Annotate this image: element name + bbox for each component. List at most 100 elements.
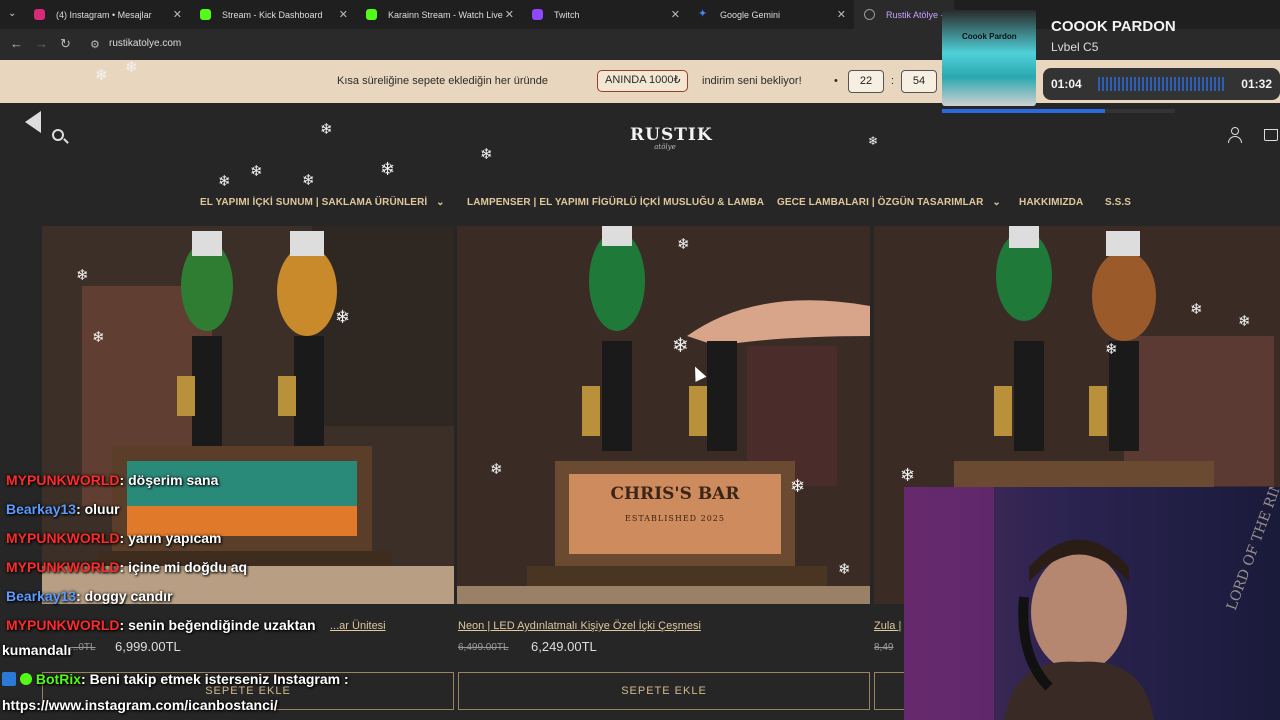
product-1-illustration	[42, 226, 454, 604]
song-progress-track	[942, 109, 1175, 113]
chat-username: MYPUNKWORLD	[6, 472, 120, 488]
site-logo[interactable]: RUSTIK atölye	[630, 125, 712, 151]
promo-discount-pill: ANINDA 1000₺	[597, 70, 689, 92]
chat-username: MYPUNKWORLD	[6, 559, 120, 575]
countdown-minutes: 54	[901, 70, 937, 93]
chat-message: MYPUNKWORLD: içine mi doğdu aq	[6, 559, 247, 575]
snowflake-icon: ❄	[1105, 341, 1118, 358]
nav-label: LAMPENSER | EL YAPIMI FİGÜRLÜ İÇKİ MUSLU…	[467, 197, 765, 208]
chat-text: : döşerim sana	[119, 472, 219, 488]
tab-rustik-atolye[interactable]: Rustik Atölye - K	[854, 0, 954, 29]
product-3-old-price: 8,49	[874, 642, 894, 653]
chat-text: kumandalı	[2, 642, 72, 658]
player-bar: 01:04 01:32	[1043, 68, 1280, 100]
product-1-old-price: ...0TL	[70, 642, 96, 653]
chat-message: Bearkay13: oluur	[6, 501, 120, 517]
nav-item-gece-lambalari[interactable]: GECE LAMBALARI | ÖZGÜN TASARIMLAR ⌄	[777, 197, 1001, 208]
nav-label: S.S.S	[1105, 197, 1132, 208]
tab-karainn-stream[interactable]: Karainn Stream - Watch Live on ✕	[356, 0, 522, 29]
countdown-hours: 22	[848, 70, 884, 93]
chat-message: MYPUNKWORLD: döşerim sana	[6, 472, 218, 488]
snowflake-icon: ❄	[1190, 301, 1203, 318]
chat-message: Bearkay13: doggy candır	[6, 588, 173, 604]
snowflake-icon: ❄	[125, 59, 138, 76]
globe-favicon-icon	[864, 9, 875, 20]
tab-instagram[interactable]: (4) Instagram • Mesajlar ✕	[24, 0, 190, 29]
chat-text: : Beni takip etmek isterseniz Instagram …	[81, 671, 349, 687]
chat-text: https://www.instagram.com/icanbostanci/	[2, 697, 278, 713]
nav-label: EL YAPIMI İÇKİ SUNUM | SAKLAMA ÜRÜNLERİ	[200, 197, 428, 208]
product-2-add-to-cart-button[interactable]: SEPETE EKLE	[458, 672, 870, 710]
chat-message: MYPUNKWORLD: senin beğendiğinde uzaktan	[6, 617, 316, 633]
tab-list-dropdown-icon[interactable]: ⌄	[8, 8, 16, 19]
forward-arrow-icon[interactable]: →	[35, 36, 48, 51]
tab-close-icon[interactable]: ✕	[837, 8, 846, 21]
snowflake-icon: ❄	[250, 163, 263, 180]
cart-icon[interactable]	[1264, 129, 1278, 141]
product-2-price: 6,249.00TL	[531, 639, 597, 654]
chat-message: kumandalı	[2, 642, 71, 658]
time-total: 01:32	[1241, 77, 1272, 91]
product-3-title[interactable]: Zula |	[874, 620, 901, 632]
product-1-title[interactable]: ...ar Ünitesi	[330, 620, 386, 632]
speaker-muted-icon[interactable]	[25, 111, 41, 133]
tab-close-icon[interactable]: ✕	[671, 8, 680, 21]
chat-username: Bearkay13	[6, 501, 77, 517]
time-elapsed: 01:04	[1051, 77, 1082, 91]
tab-twitch[interactable]: Twitch ✕	[522, 0, 688, 29]
tab-close-icon[interactable]: ✕	[339, 8, 348, 21]
product-2-title[interactable]: Neon | LED Aydınlatmalı Kişiye Özel İçki…	[458, 620, 701, 632]
kick-favicon-icon	[200, 9, 211, 20]
tab-google-gemini[interactable]: ✦ Google Gemini ✕	[688, 0, 854, 29]
url-field[interactable]: rustikatolye.com	[109, 38, 181, 49]
search-icon-handle	[63, 138, 69, 144]
snowflake-icon: ❄	[92, 329, 105, 346]
tab-label: Google Gemini	[720, 9, 781, 20]
chat-message: BotRix: Beni takip etmek isterseniz Inst…	[2, 671, 349, 687]
snowflake-icon: ❄	[380, 159, 396, 179]
tab-kick-dashboard[interactable]: Stream - Kick Dashboard ✕	[190, 0, 356, 29]
chat-username: Bearkay13	[6, 588, 77, 604]
snowflake-icon: ❄	[335, 307, 351, 327]
snowflake-icon: ❄	[95, 67, 108, 84]
snowflake-icon: ❄	[302, 172, 315, 189]
chat-username: MYPUNKWORLD	[6, 617, 120, 633]
webcam-overlay: LORD OF THE RINGS	[904, 487, 1280, 720]
song-progress-fill	[942, 109, 1106, 113]
snowflake-icon: ❄	[490, 461, 503, 478]
chat-username: BotRix	[35, 671, 82, 687]
gemini-favicon-icon: ✦	[698, 8, 708, 20]
music-widget: Coook Pardon COOOK PARDON Lvbel C5 01:04…	[940, 4, 1280, 116]
verified-badge-icon	[19, 673, 32, 685]
account-icon[interactable]	[1228, 127, 1242, 143]
site-settings-icon[interactable]: ⚙	[90, 38, 100, 51]
streamer-silhouette	[904, 487, 1154, 720]
nav-item-lampenser[interactable]: LAMPENSER | EL YAPIMI FİGÜRLÜ İÇKİ MUSLU…	[467, 197, 764, 208]
product-2-old-price: 6,499.00TL	[458, 642, 509, 653]
chat-text: : yarın yapıcam	[119, 530, 222, 546]
product-image-1[interactable]	[42, 226, 454, 604]
product-1-price: 6,999.00TL	[115, 639, 181, 654]
sign-line-2: ESTABLISHED 2025	[625, 514, 725, 523]
bot-badge-icon	[2, 672, 16, 686]
snowflake-icon: ❄	[868, 134, 879, 148]
chat-text: : senin beğendiğinde uzaktan	[119, 617, 316, 633]
tab-label: Karainn Stream - Watch Live on	[388, 9, 503, 20]
chat-text: : içine mi doğdu aq	[119, 559, 248, 575]
nav-item-icki-sunum[interactable]: EL YAPIMI İÇKİ SUNUM | SAKLAMA ÜRÜNLERİ …	[200, 197, 445, 208]
tab-close-icon[interactable]: ✕	[505, 8, 514, 21]
snowflake-icon: ❄	[218, 173, 231, 190]
sign-line-1: CHRIS'S BAR	[610, 484, 740, 504]
back-arrow-icon[interactable]: ←	[10, 36, 23, 51]
promo-text-after: indirim seni bekliyor!	[702, 75, 802, 87]
nav-item-sss[interactable]: S.S.S	[1105, 197, 1131, 208]
product-image-2[interactable]: CHRIS'S BAR ESTABLISHED 2025	[457, 226, 870, 604]
album-cover-text: Coook Pardon	[962, 32, 1017, 41]
tab-close-icon[interactable]: ✕	[173, 8, 182, 21]
reload-icon[interactable]: ↻	[60, 36, 71, 52]
snowflake-icon: ❄	[76, 267, 89, 284]
twitch-favicon-icon	[532, 9, 543, 20]
snowflake-icon: ❄	[1238, 313, 1251, 330]
chat-message: https://www.instagram.com/icanbostanci/	[2, 697, 278, 713]
nav-item-hakkimizda[interactable]: HAKKIMIZDA	[1019, 197, 1083, 208]
